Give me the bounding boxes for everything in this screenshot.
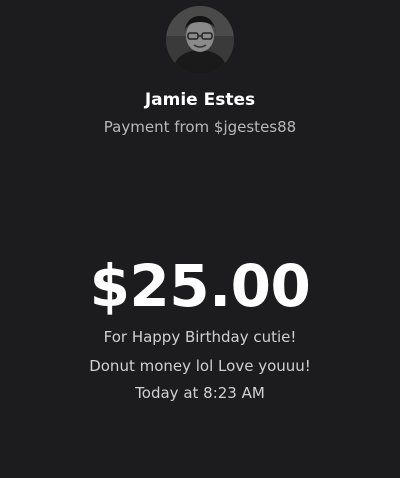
user-photo-avatar-icon — [166, 6, 234, 74]
payment-timestamp: Today at 8:23 AM — [135, 384, 265, 402]
payment-note-line: For Happy Birthday cutie! — [103, 328, 297, 346]
sender-name: Jamie Estes — [144, 90, 256, 110]
payment-amount: $25.00 — [89, 252, 311, 320]
payment-note-line: Donut money lol Love youuu! — [89, 357, 311, 375]
sender-avatar[interactable] — [166, 6, 234, 74]
payment-from-label: Payment from $jgestes88 — [103, 118, 297, 136]
